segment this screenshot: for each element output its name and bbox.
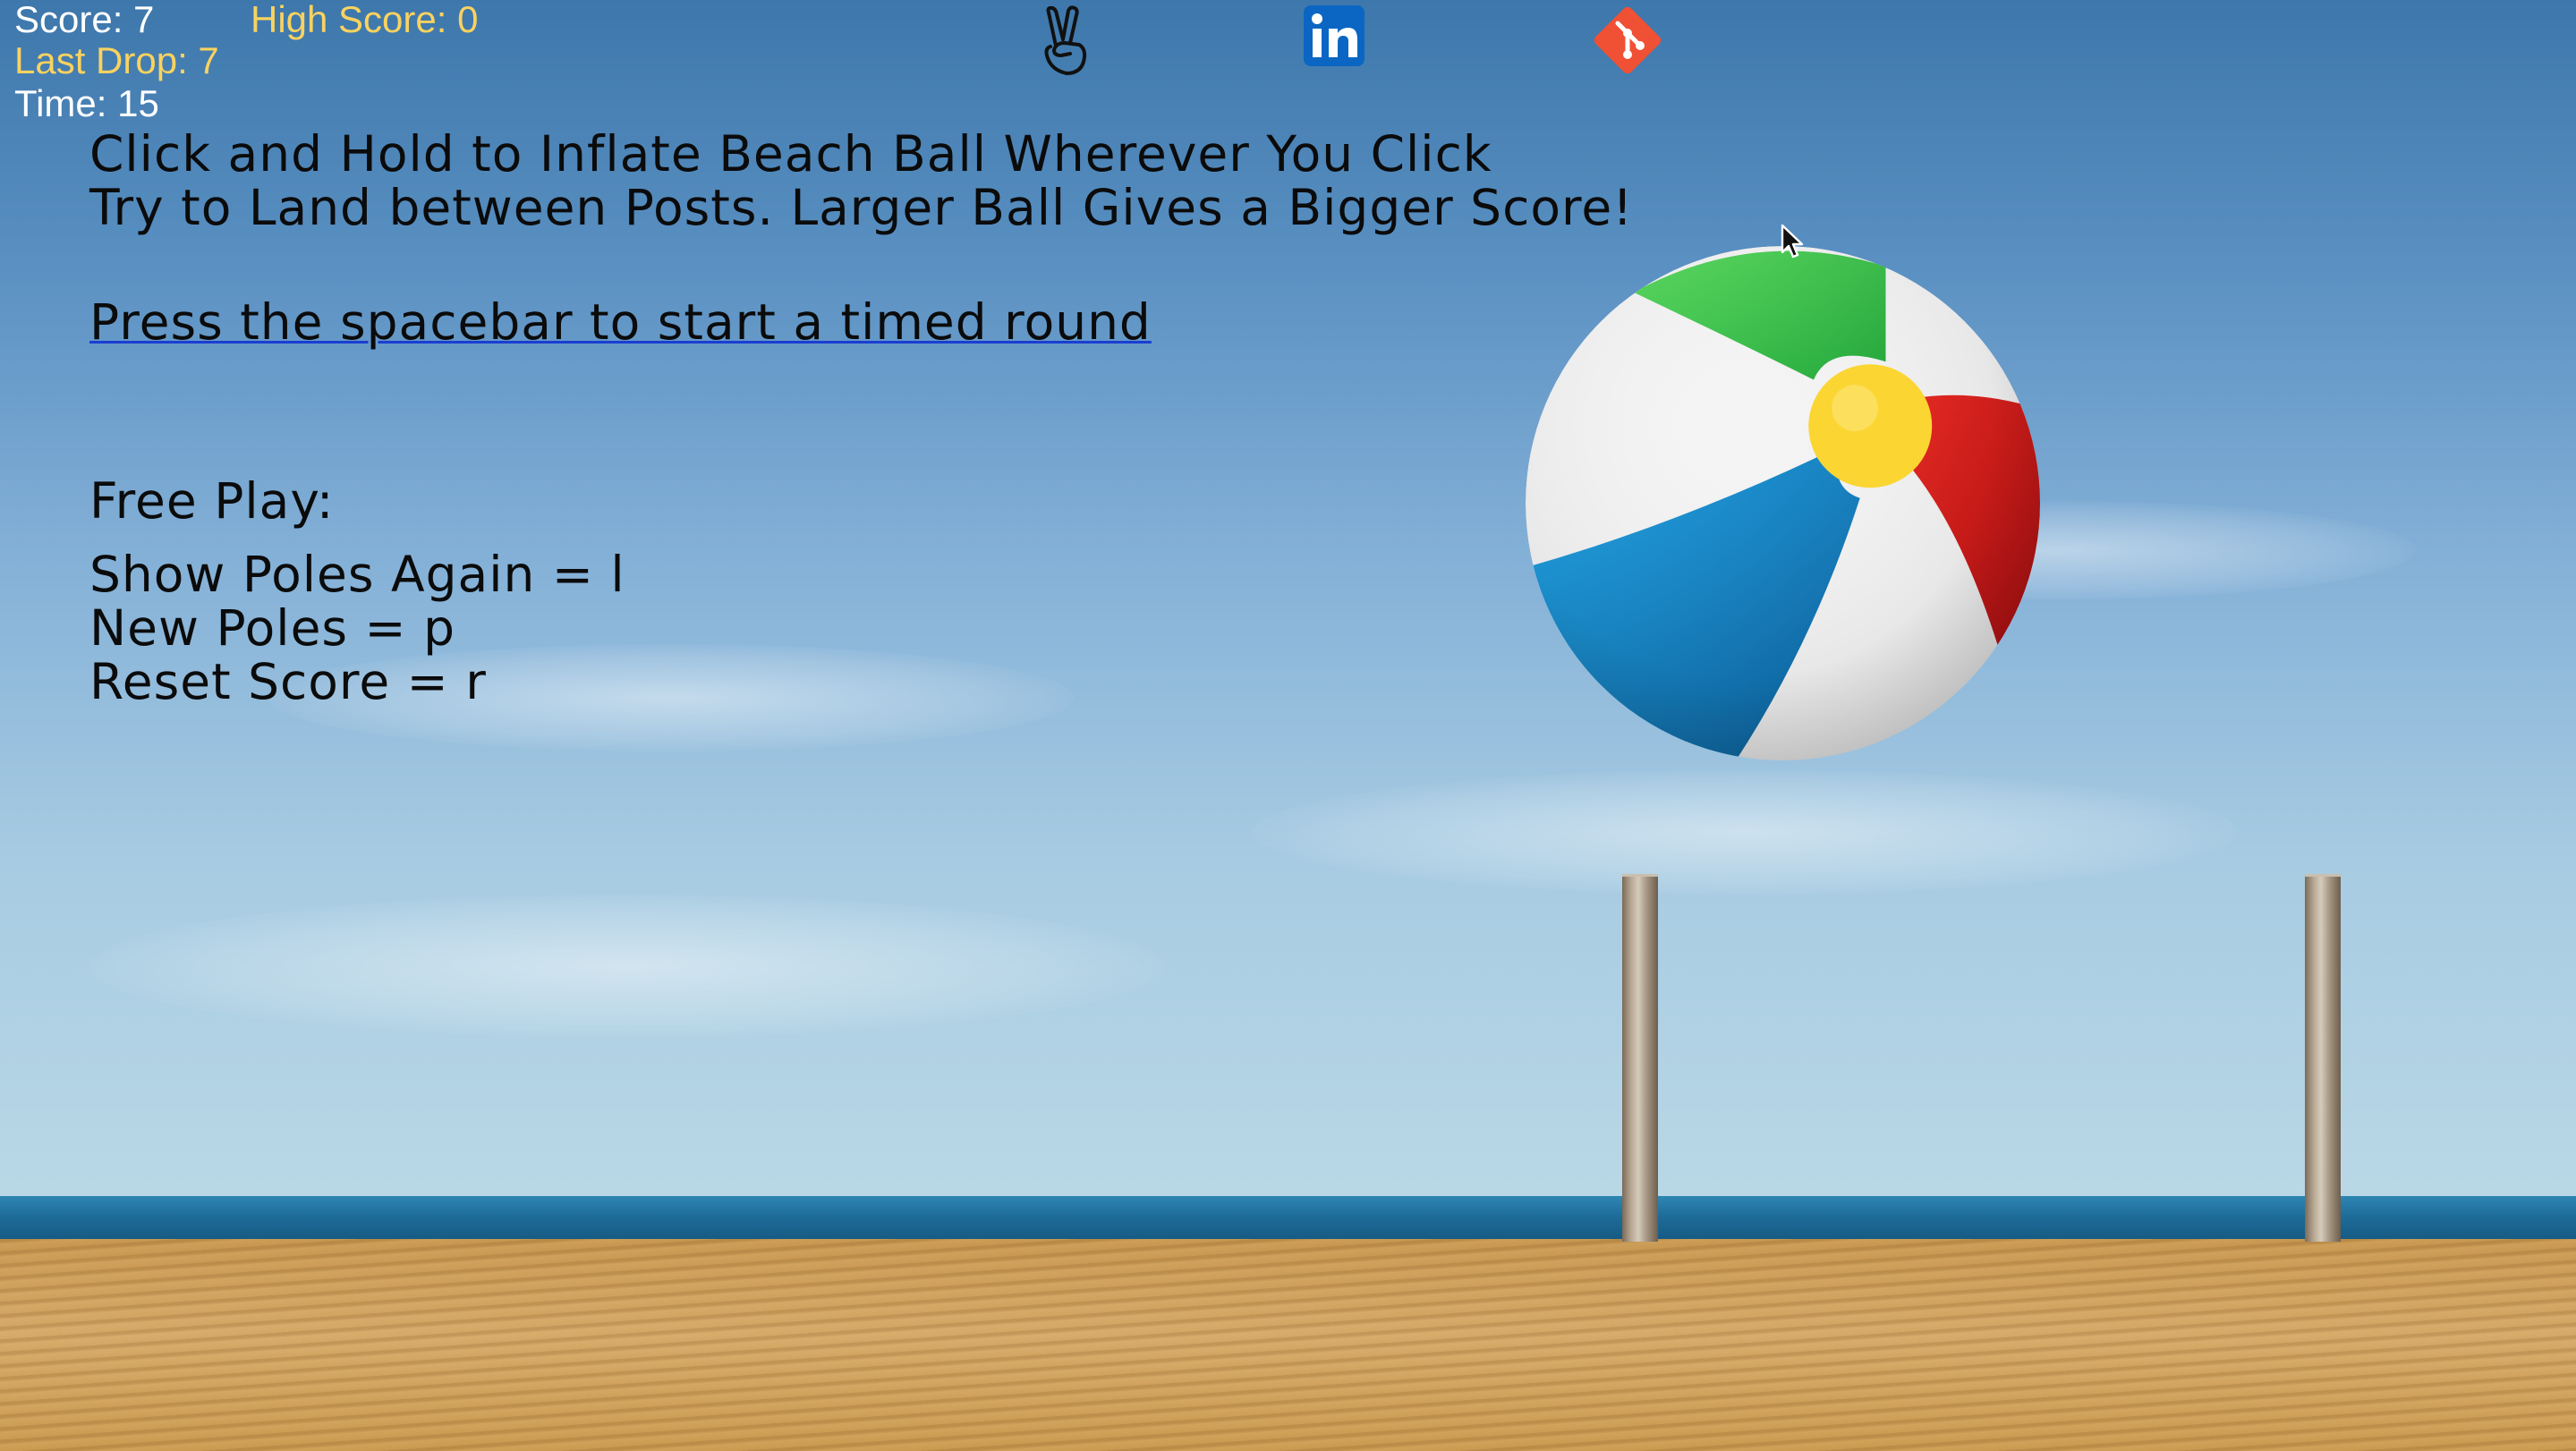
ocean bbox=[0, 1196, 2576, 1241]
right-pole bbox=[2305, 874, 2341, 1242]
left-pole bbox=[1622, 874, 1658, 1242]
git-icon[interactable] bbox=[1591, 4, 1662, 75]
start-round-prompt[interactable]: Press the spacebar to start a timed roun… bbox=[89, 295, 1152, 349]
reset-score-hint: Reset Score = r bbox=[89, 653, 487, 710]
peace-hand-icon[interactable] bbox=[1029, 5, 1101, 77]
instruction-line-1: Click and Hold to Inflate Beach Ball Whe… bbox=[89, 125, 1492, 182]
beach-ball[interactable] bbox=[1526, 246, 2040, 760]
mouse-cursor-icon bbox=[1781, 224, 1804, 259]
show-poles-hint: Show Poles Again = l bbox=[89, 546, 625, 603]
high-score-display: High Score: 0 bbox=[251, 0, 479, 40]
score-display: Score: 7 bbox=[14, 0, 155, 40]
cloud bbox=[1253, 769, 2237, 895]
new-poles-hint: New Poles = p bbox=[89, 599, 456, 657]
game-scene[interactable]: Score: 7 High Score: 0 Last Drop: 7 Time… bbox=[0, 0, 2576, 1451]
linkedin-icon[interactable] bbox=[1302, 4, 1373, 75]
free-play-heading: Free Play: bbox=[89, 472, 335, 530]
time-display: Time: 15 bbox=[14, 82, 159, 124]
last-drop-display: Last Drop: 7 bbox=[14, 39, 219, 81]
instruction-line-2: Try to Land between Posts. Larger Ball G… bbox=[89, 179, 1634, 236]
sand bbox=[0, 1239, 2576, 1451]
cloud bbox=[89, 895, 1163, 1038]
